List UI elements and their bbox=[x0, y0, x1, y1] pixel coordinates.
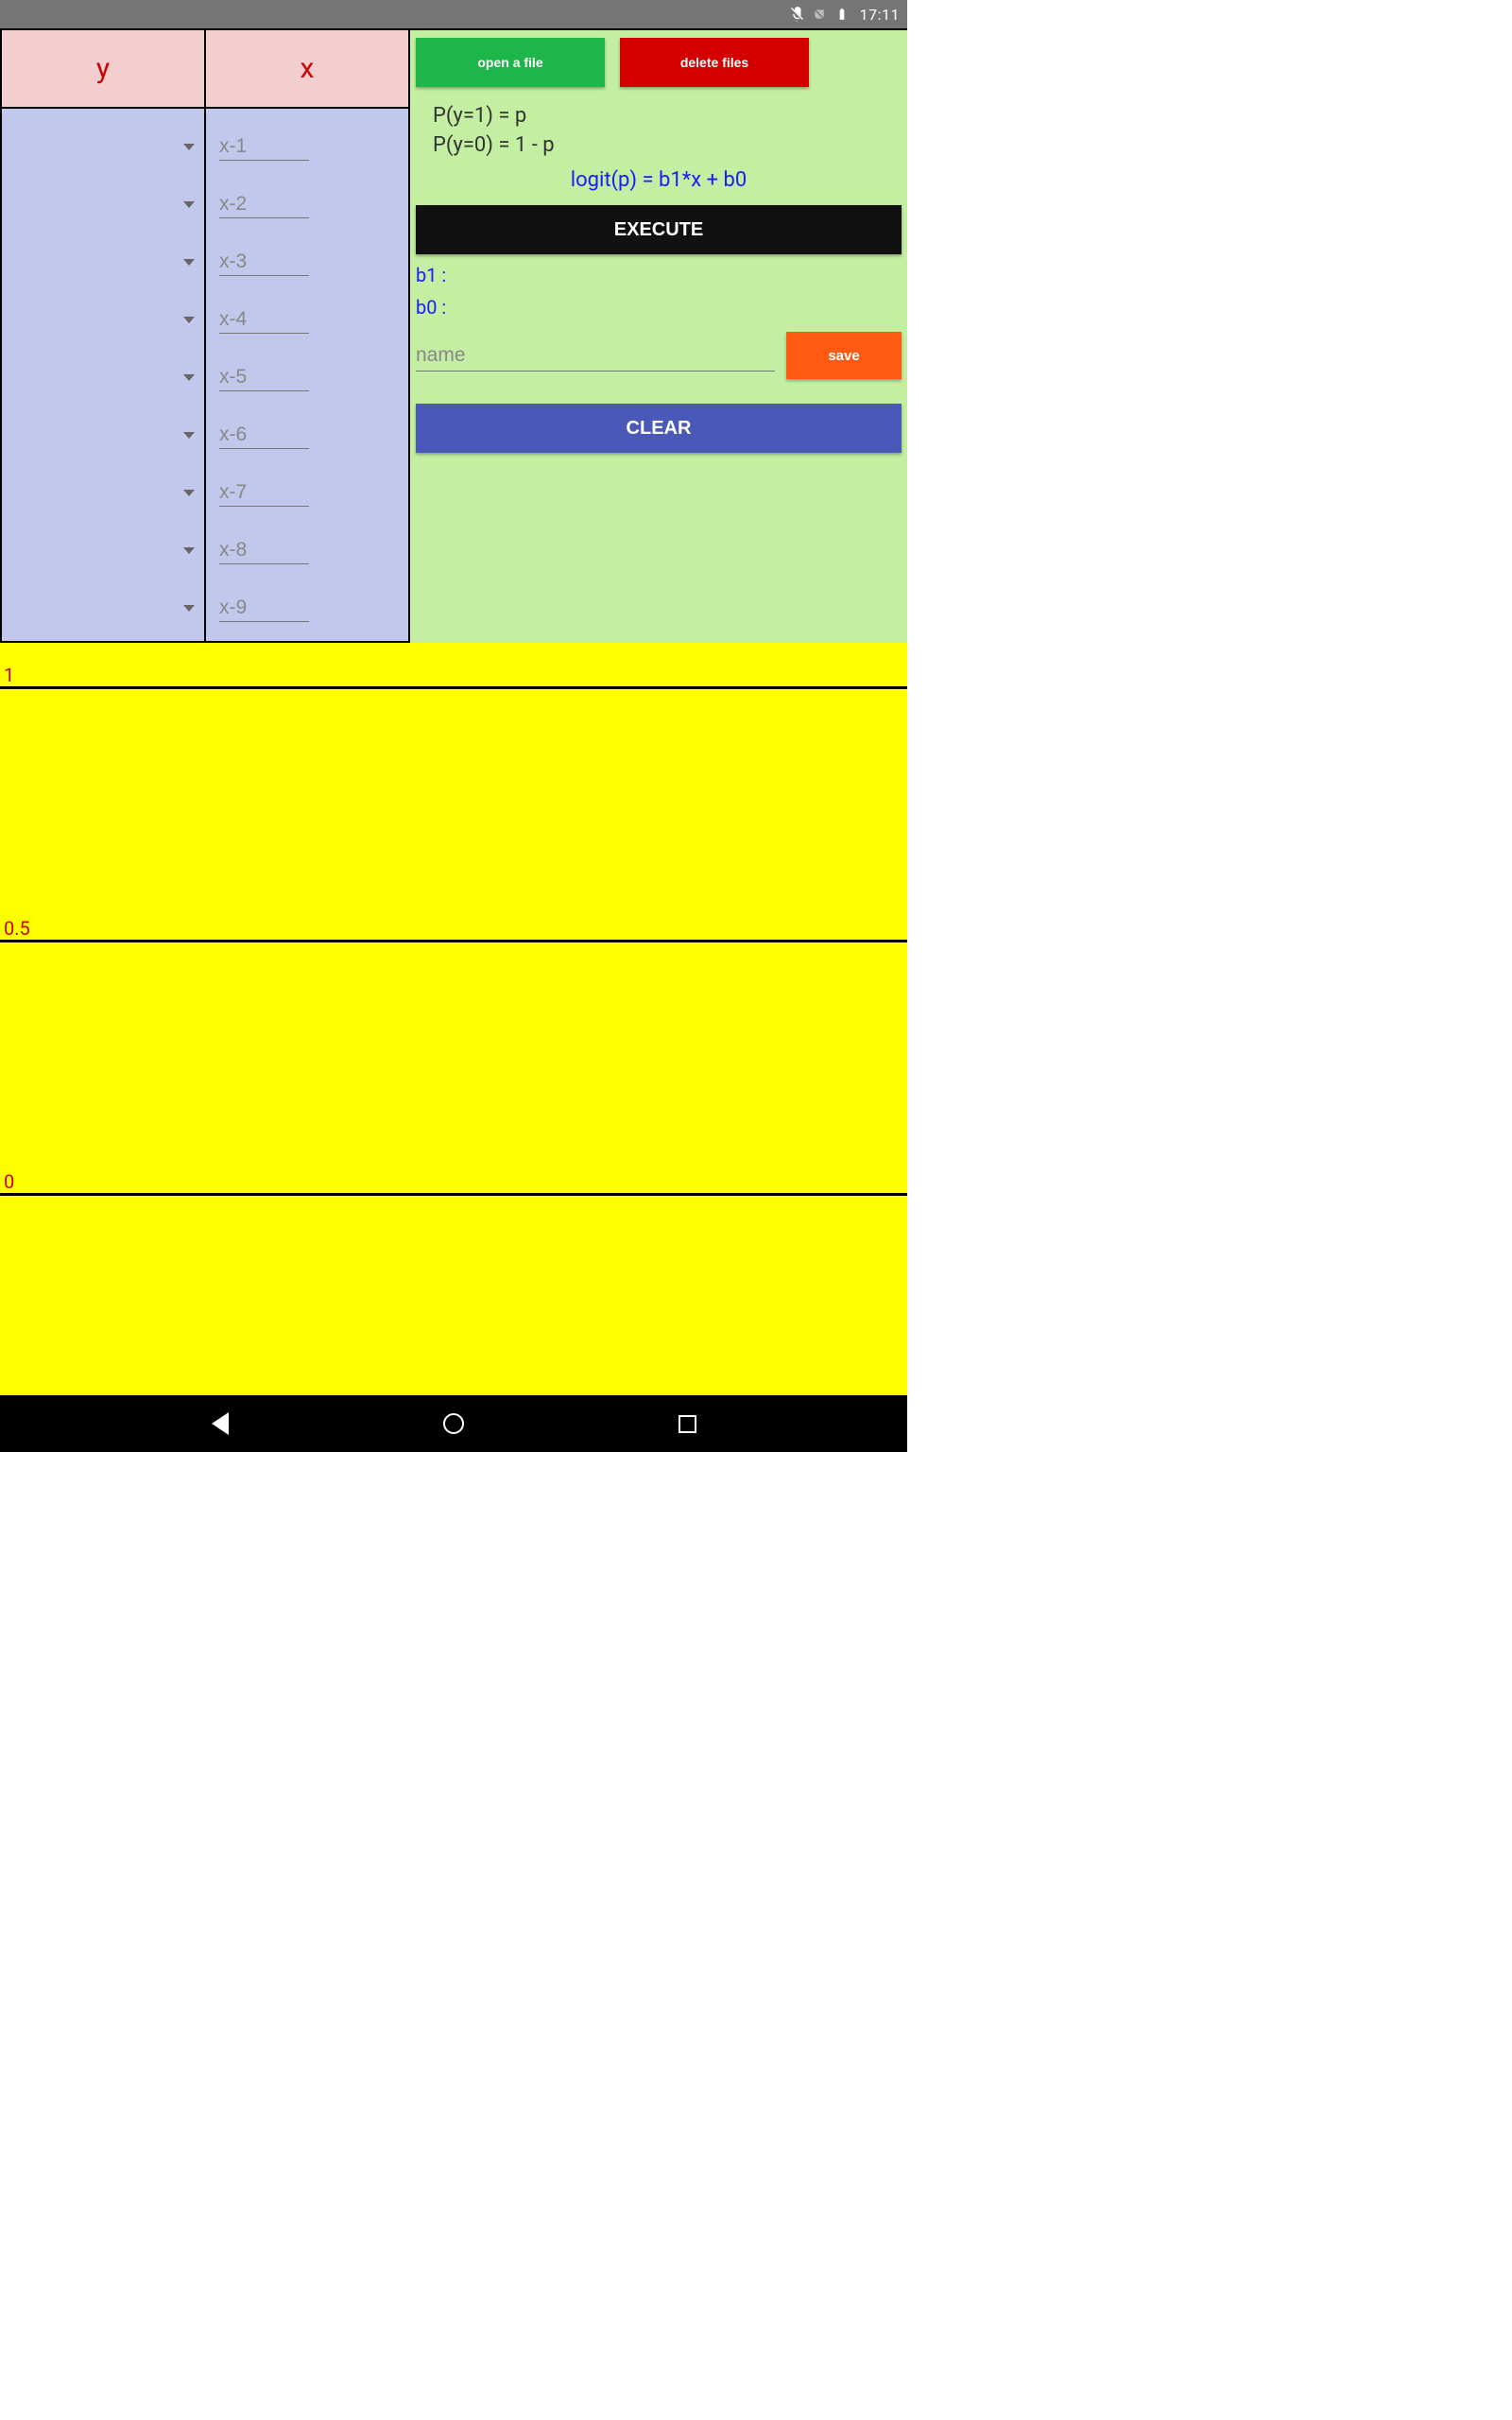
home-button[interactable] bbox=[440, 1410, 467, 1437]
x-input[interactable] bbox=[219, 479, 309, 507]
grid-line bbox=[0, 1193, 907, 1196]
x-input[interactable] bbox=[219, 595, 309, 622]
grid-line bbox=[0, 686, 907, 689]
back-button[interactable] bbox=[207, 1410, 233, 1437]
table-header: y x bbox=[0, 28, 410, 109]
chevron-down-icon bbox=[183, 259, 195, 266]
chevron-down-icon bbox=[183, 374, 195, 381]
mute-icon bbox=[788, 6, 805, 23]
work-area: y x bbox=[0, 28, 907, 643]
y-column bbox=[0, 109, 205, 643]
chevron-down-icon bbox=[183, 201, 195, 208]
save-button[interactable]: save bbox=[786, 332, 902, 379]
x-input[interactable] bbox=[219, 537, 309, 564]
recent-icon bbox=[679, 1415, 696, 1433]
y-tick-label: 0 bbox=[4, 1170, 14, 1193]
name-input[interactable] bbox=[416, 340, 775, 372]
status-time: 17:11 bbox=[860, 6, 900, 24]
battery-icon bbox=[833, 6, 850, 23]
y-dropdown[interactable] bbox=[2, 522, 204, 579]
table-row bbox=[206, 291, 408, 349]
x-input[interactable] bbox=[219, 133, 309, 161]
open-file-button[interactable]: open a file bbox=[416, 38, 605, 87]
y-dropdown[interactable] bbox=[2, 118, 204, 176]
file-buttons: open a file delete files bbox=[416, 38, 902, 87]
chevron-down-icon bbox=[183, 490, 195, 496]
y-dropdown[interactable] bbox=[2, 579, 204, 637]
no-sim-icon bbox=[811, 6, 828, 23]
y-tick-label: 1 bbox=[4, 664, 14, 686]
x-input[interactable] bbox=[219, 364, 309, 391]
x-input[interactable] bbox=[219, 422, 309, 449]
b0-output: b0 : bbox=[416, 296, 902, 319]
status-bar: 17:11 bbox=[0, 0, 907, 28]
navigation-bar bbox=[0, 1395, 907, 1452]
chevron-down-icon bbox=[183, 605, 195, 612]
y-dropdown[interactable] bbox=[2, 176, 204, 233]
chevron-down-icon bbox=[183, 317, 195, 323]
x-input[interactable] bbox=[219, 249, 309, 276]
formula-p1: P(y=1) = p bbox=[433, 104, 902, 128]
column-header-y: y bbox=[0, 28, 205, 109]
table-row bbox=[206, 233, 408, 291]
chevron-down-icon bbox=[183, 547, 195, 554]
y-dropdown[interactable] bbox=[2, 233, 204, 291]
logit-formula: logit(p) = b1*x + b0 bbox=[416, 168, 902, 192]
column-header-x: x bbox=[205, 28, 410, 109]
y-dropdown[interactable] bbox=[2, 291, 204, 349]
control-pane: open a file delete files P(y=1) = p P(y=… bbox=[410, 28, 907, 643]
back-icon bbox=[212, 1412, 229, 1435]
formula-p0: P(y=0) = 1 - p bbox=[433, 133, 902, 157]
table-row bbox=[206, 464, 408, 522]
chevron-down-icon bbox=[183, 144, 195, 150]
x-column bbox=[205, 109, 410, 643]
y-tick-label: 0.5 bbox=[4, 917, 30, 940]
home-icon bbox=[443, 1413, 464, 1434]
y-dropdown[interactable] bbox=[2, 464, 204, 522]
x-input[interactable] bbox=[219, 306, 309, 334]
x-input[interactable] bbox=[219, 191, 309, 218]
chevron-down-icon bbox=[183, 432, 195, 439]
b1-output: b1 : bbox=[416, 264, 902, 286]
execute-button[interactable]: EXECUTE bbox=[416, 205, 902, 254]
table-row bbox=[206, 176, 408, 233]
data-table: y x bbox=[0, 28, 410, 643]
table-row bbox=[206, 349, 408, 406]
grid-line bbox=[0, 940, 907, 942]
delete-files-button[interactable]: delete files bbox=[620, 38, 809, 87]
table-body bbox=[0, 109, 410, 643]
chart-area: 1 0.5 0 bbox=[0, 643, 907, 1395]
y-dropdown[interactable] bbox=[2, 406, 204, 464]
y-dropdown[interactable] bbox=[2, 349, 204, 406]
table-row bbox=[206, 522, 408, 579]
save-row: save bbox=[416, 332, 902, 379]
table-row bbox=[206, 406, 408, 464]
clear-button[interactable]: CLEAR bbox=[416, 404, 902, 453]
recent-button[interactable] bbox=[674, 1410, 700, 1437]
table-row bbox=[206, 579, 408, 637]
table-row bbox=[206, 118, 408, 176]
